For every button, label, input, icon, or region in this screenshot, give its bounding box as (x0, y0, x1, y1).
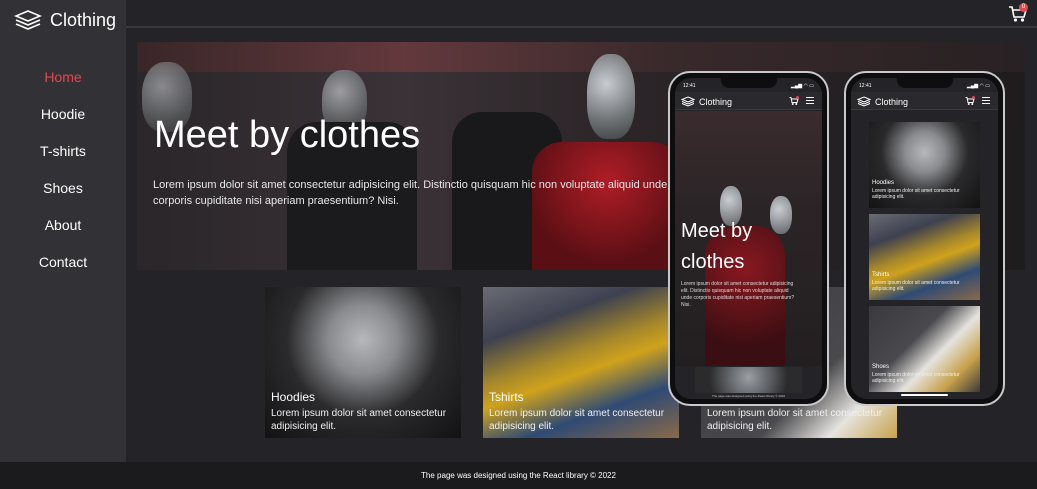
layers-icon (681, 96, 695, 107)
layers-icon (857, 96, 871, 107)
phone-hero-title-line: Meet by (681, 220, 753, 242)
card-description: Lorem ipsum dolor sit amet consectetur a… (872, 372, 960, 384)
phone-brand-name: Clothing (875, 96, 909, 107)
cart-button[interactable]: 0 (1008, 3, 1028, 23)
hero-description: Lorem ipsum dolor sit amet consectetur a… (153, 179, 668, 207)
nav-item-contact[interactable]: Contact (0, 250, 126, 287)
hamburger-menu-icon[interactable] (982, 97, 990, 105)
phone-hero-title: Meet by clothes (681, 216, 801, 278)
top-bar (126, 0, 1037, 28)
brand-name: Clothing (50, 9, 117, 30)
sidebar: Clothing Home Hoodie T-shirts Shoes Abou… (0, 0, 126, 462)
phone-brand[interactable]: Clothing (681, 96, 732, 107)
phone-header: Clothing (675, 92, 822, 110)
phone-hero-description: Lorem ipsum dolor sit amet consectetur a… (681, 281, 795, 308)
hero-title: Meet by clothes (154, 114, 421, 156)
category-card-tshirts[interactable]: Tshirts Lorem ipsum dolor sit amet conse… (483, 287, 679, 438)
phone-footer: The page was designed using the React li… (711, 394, 786, 398)
card-title: Tshirts (872, 272, 890, 278)
card-title: Hoodies (271, 390, 316, 404)
home-indicator (901, 394, 948, 396)
nav-item-home[interactable]: Home (0, 65, 126, 102)
phone-time: 12:41 (859, 83, 872, 89)
hamburger-menu-icon[interactable] (806, 97, 814, 105)
phone-card-tshirts[interactable]: Tshirts Lorem ipsum dolor sit amet conse… (869, 214, 980, 300)
phone-card-shoes[interactable]: Shoes Lorem ipsum dolor sit amet consect… (869, 306, 980, 392)
hero-background-stripe (137, 42, 1025, 72)
phone-time: 12:41 (683, 83, 696, 89)
nav-item-hoodie[interactable]: Hoodie (0, 102, 126, 139)
nav-item-about[interactable]: About (0, 213, 126, 250)
phone-screen: 12:41 ▂▄▆ ◠ ▭ Clothing Meet by clothes L… (675, 78, 822, 399)
page-footer: The page was designed using the React li… (0, 462, 1037, 489)
phone-notch (896, 78, 953, 88)
phone-brand[interactable]: Clothing (857, 96, 908, 107)
phone-header: Clothing (851, 92, 998, 110)
phone-hero-title-line: clothes (681, 251, 745, 273)
phone-status-icons: ▂▄▆ ◠ ▭ (966, 83, 990, 89)
phone-card-hoodies[interactable]: Hoodies Lorem ipsum dolor sit amet conse… (869, 122, 980, 208)
sidebar-nav: Home Hoodie T-shirts Shoes About Contact (0, 65, 126, 287)
category-card-hoodies[interactable]: Hoodies Lorem ipsum dolor sit amet conse… (265, 287, 461, 438)
brand-logo[interactable]: Clothing (14, 8, 116, 32)
phone-mockup-categories: 12:41 ▂▄▆ ◠ ▭ Clothing Hoodies Lorem ips… (844, 71, 1005, 406)
phone-status-icons: ▂▄▆ ◠ ▭ (790, 83, 814, 89)
phone-screen: 12:41 ▂▄▆ ◠ ▭ Clothing Hoodies Lorem ips… (851, 78, 998, 399)
cart-icon[interactable] (789, 96, 799, 106)
mannequin-head (587, 54, 635, 139)
card-title: Shoes (872, 364, 890, 370)
nav-item-tshirts[interactable]: T-shirts (0, 139, 126, 176)
phone-brand-name: Clothing (699, 96, 733, 107)
card-title: Tshirts (489, 390, 524, 404)
card-description: Lorem ipsum dolor sit amet consectetur a… (872, 280, 960, 292)
phone-card-preview[interactable] (695, 367, 802, 393)
phone-notch (720, 78, 777, 88)
cart-icon[interactable] (965, 96, 975, 106)
phone-hero: Meet by clothes Lorem ipsum dolor sit am… (675, 111, 822, 366)
card-description: Lorem ipsum dolor sit amet consectetur a… (489, 408, 665, 432)
card-description: Lorem ipsum dolor sit amet consectetur a… (872, 188, 960, 200)
card-description: Lorem ipsum dolor sit amet consectetur a… (707, 408, 883, 432)
nav-item-shoes[interactable]: Shoes (0, 176, 126, 213)
layers-icon (14, 10, 42, 30)
cart-count-badge: 0 (1019, 3, 1028, 12)
card-description: Lorem ipsum dolor sit amet consectetur a… (271, 408, 447, 432)
card-title: Hoodies (872, 180, 895, 186)
phone-mockup-home: 12:41 ▂▄▆ ◠ ▭ Clothing Meet by clothes L… (668, 71, 829, 406)
